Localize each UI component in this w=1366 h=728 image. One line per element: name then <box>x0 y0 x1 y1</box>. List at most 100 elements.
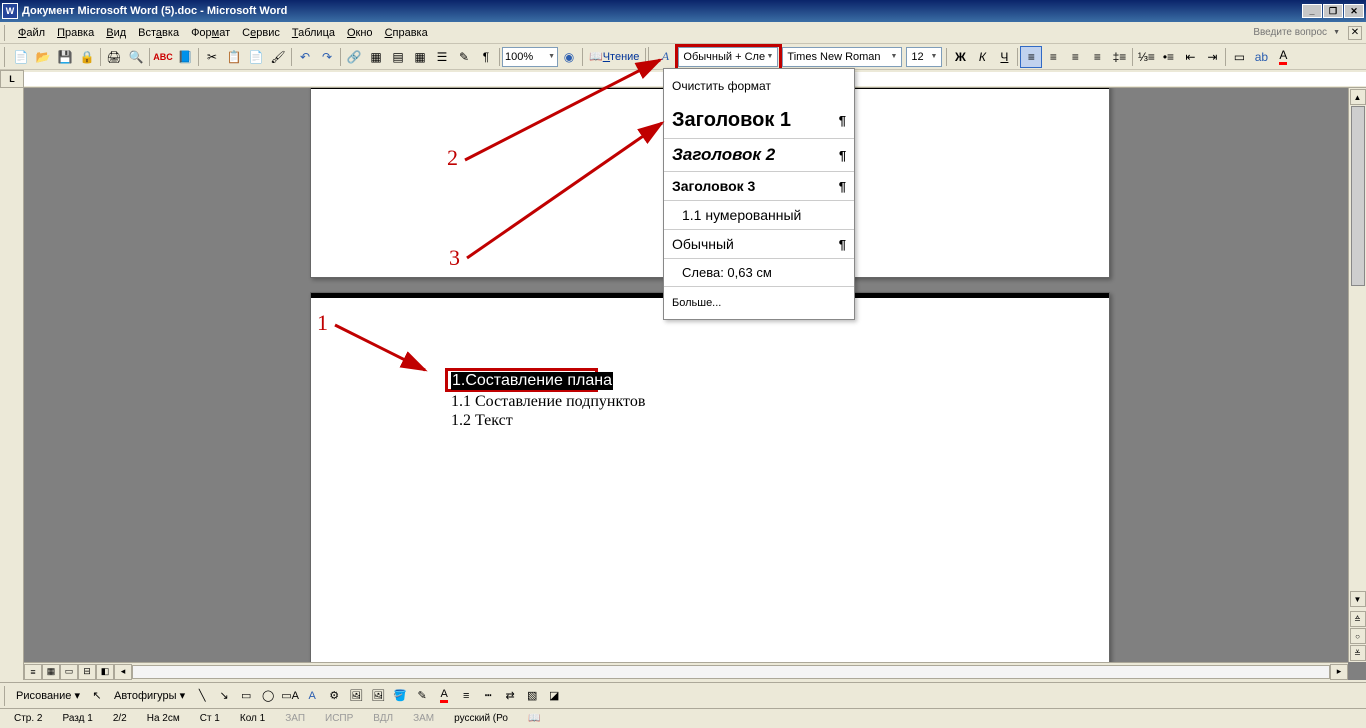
align-justify-button[interactable]: ≡ <box>1086 46 1108 68</box>
status-language[interactable]: русский (Ро <box>444 713 518 724</box>
underline-button[interactable]: Ч <box>993 46 1015 68</box>
zoom-combo[interactable]: 100%▼ <box>502 47 558 67</box>
style-heading-1[interactable]: Заголовок 1¶ <box>664 103 854 139</box>
copy-button[interactable]: 📋 <box>223 46 245 68</box>
page-2[interactable]: 1.Составление плана 1.1 Составление подп… <box>310 292 1110 680</box>
style-left-indent[interactable]: Слева: 0,63 см <box>664 259 854 287</box>
borders-button[interactable]: ▭ <box>1228 46 1250 68</box>
paste-button[interactable]: 📄 <box>245 46 267 68</box>
line-color-button[interactable]: ✎ <box>411 685 433 707</box>
menu-file[interactable]: Файл <box>12 25 51 41</box>
permission-button[interactable]: 🔒 <box>76 46 98 68</box>
undo-button[interactable]: ↶ <box>294 46 316 68</box>
style-clear-format[interactable]: Очистить формат <box>664 69 854 103</box>
style-heading-3[interactable]: Заголовок 3¶ <box>664 172 854 201</box>
drawing-menu[interactable]: Рисование ▾ <box>10 687 86 704</box>
menu-tools[interactable]: Сервис <box>236 25 286 41</box>
tables-borders-button[interactable]: ▦ <box>365 46 387 68</box>
browse-select-button[interactable]: ○ <box>1350 628 1366 644</box>
arrow-button[interactable]: ↘ <box>213 685 235 707</box>
arrow-style-button[interactable]: ⇄ <box>499 685 521 707</box>
wordart-button[interactable]: A <box>301 685 323 707</box>
menu-window[interactable]: Окно <box>341 25 379 41</box>
tab-type-button[interactable]: L <box>0 70 24 88</box>
browse-next-button[interactable]: ≚ <box>1350 645 1366 661</box>
highlight-button[interactable]: ab <box>1250 46 1272 68</box>
help-question-input[interactable] <box>1191 25 1331 41</box>
textbox-button[interactable]: ▭A <box>279 685 301 707</box>
minimize-button[interactable]: _ <box>1302 4 1322 18</box>
line-button[interactable]: ╲ <box>191 685 213 707</box>
scroll-up-button[interactable]: ▲ <box>1350 89 1366 105</box>
increase-indent-button[interactable]: ⇥ <box>1201 46 1223 68</box>
font-color-draw-button[interactable]: A <box>433 685 455 707</box>
redo-button[interactable]: ↷ <box>316 46 338 68</box>
docmap-button[interactable]: ¶ <box>475 46 497 68</box>
font-combo[interactable]: Times New Roman▼ <box>782 47 902 67</box>
ruler-vertical[interactable] <box>0 88 24 680</box>
menu-insert[interactable]: Вставка <box>132 25 185 41</box>
new-button[interactable]: 📄 <box>10 46 32 68</box>
rectangle-button[interactable]: ▭ <box>235 685 257 707</box>
oval-button[interactable]: ◯ <box>257 685 279 707</box>
hscroll-track[interactable] <box>132 665 1330 679</box>
clipart-button[interactable]: 🖼 <box>345 685 367 707</box>
italic-button[interactable]: К <box>971 46 993 68</box>
open-button[interactable]: 📂 <box>32 46 54 68</box>
diagram-button[interactable]: ⚙ <box>323 685 345 707</box>
bold-button[interactable]: Ж <box>949 46 971 68</box>
align-center-button[interactable]: ≡ <box>1042 46 1064 68</box>
print-view-button[interactable]: ▭ <box>60 664 78 680</box>
numbering-button[interactable]: ⅓≡ <box>1135 46 1157 68</box>
browse-prev-button[interactable]: ≙ <box>1350 611 1366 627</box>
spellcheck-button[interactable]: ABC <box>152 46 174 68</box>
style-combo[interactable]: Обычный + Сле ▼ <box>678 47 778 67</box>
dash-style-button[interactable]: ┅ <box>477 685 499 707</box>
format-painter-button[interactable]: 🖌 <box>267 46 289 68</box>
read-button[interactable]: 📖 Чтение <box>585 47 643 67</box>
autoshapes-menu[interactable]: Автофигуры ▾ <box>108 687 191 704</box>
doc-line-3[interactable]: 1.2 Текст <box>451 412 513 430</box>
scroll-thumb[interactable] <box>1351 106 1365 286</box>
reading-view-button[interactable]: ◧ <box>96 664 114 680</box>
scroll-down-button[interactable]: ▼ <box>1350 591 1366 607</box>
bullets-button[interactable]: •≡ <box>1157 46 1179 68</box>
doc-close-button[interactable]: ✕ <box>1348 26 1362 40</box>
picture-button[interactable]: 🖼 <box>367 685 389 707</box>
style-normal[interactable]: Обычный¶ <box>664 230 854 259</box>
columns-button[interactable]: ☰ <box>431 46 453 68</box>
shadow-button[interactable]: ▧ <box>521 685 543 707</box>
scroll-right-button[interactable]: ▸ <box>1330 664 1348 680</box>
fill-color-button[interactable]: 🪣 <box>389 685 411 707</box>
web-view-button[interactable]: ▦ <box>42 664 60 680</box>
font-color-button[interactable]: A <box>1272 46 1294 68</box>
hyperlink-button[interactable]: 🔗 <box>343 46 365 68</box>
chevron-down-icon[interactable]: ▼ <box>1333 29 1340 36</box>
style-more[interactable]: Больше... <box>664 287 854 319</box>
help-button[interactable]: ◉ <box>558 46 580 68</box>
outline-view-button[interactable]: ⊟ <box>78 664 96 680</box>
insert-table-button[interactable]: ▤ <box>387 46 409 68</box>
status-spell-icon[interactable]: 📖 <box>518 713 550 724</box>
doc-line-1[interactable]: 1.Составление плана <box>451 372 613 390</box>
save-button[interactable]: 💾 <box>54 46 76 68</box>
font-size-combo[interactable]: 12▼ <box>906 47 942 67</box>
line-style-button[interactable]: ≡ <box>455 685 477 707</box>
preview-button[interactable]: 🔍 <box>125 46 147 68</box>
decrease-indent-button[interactable]: ⇤ <box>1179 46 1201 68</box>
3d-button[interactable]: ◪ <box>543 685 565 707</box>
scroll-left-button[interactable]: ◂ <box>114 664 132 680</box>
research-button[interactable]: 📘 <box>174 46 196 68</box>
excel-button[interactable]: ▦ <box>409 46 431 68</box>
menu-table[interactable]: Таблица <box>286 25 341 41</box>
align-right-button[interactable]: ≡ <box>1064 46 1086 68</box>
normal-view-button[interactable]: ≡ <box>24 664 42 680</box>
doc-line-2[interactable]: 1.1 Составление подпунктов <box>451 393 645 411</box>
cut-button[interactable]: ✂ <box>201 46 223 68</box>
line-spacing-button[interactable]: ‡≡ <box>1108 46 1130 68</box>
style-numbered[interactable]: 1.1 нумерованный <box>664 201 854 230</box>
menu-format[interactable]: Формат <box>185 25 236 41</box>
restore-button[interactable]: ❐ <box>1323 4 1343 18</box>
print-button[interactable]: 🖨 <box>103 46 125 68</box>
vertical-scrollbar[interactable]: ▲ ▼ ≙ ○ ≚ <box>1348 88 1366 662</box>
